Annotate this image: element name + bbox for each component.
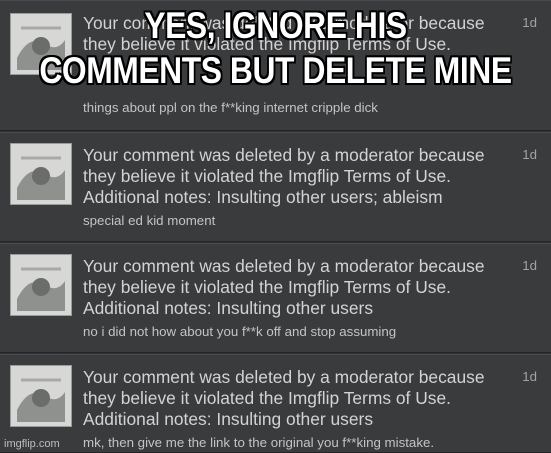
meme-caption-line-1: YES, IGNORE HIS: [144, 5, 407, 46]
meme-thumbnail-icon[interactable]: [10, 365, 72, 427]
deleted-comment-text: mk, then give me the link to the origina…: [83, 435, 435, 450]
notification-time: 1d: [522, 369, 537, 384]
notification-item[interactable]: Your comment was deleted by a moderator …: [0, 243, 551, 353]
notification-time: 1d: [522, 15, 537, 30]
watermark: imgflip.com: [4, 438, 60, 450]
notification-message: Your comment was deleted by a moderator …: [83, 145, 485, 207]
meme-thumbnail-icon[interactable]: [10, 143, 72, 205]
notification-time: 1d: [522, 258, 537, 273]
notification-message: Your comment was deleted by a moderator …: [83, 367, 485, 429]
meme-thumbnail-icon[interactable]: [10, 254, 72, 316]
deleted-comment-text: special ed kid moment: [83, 213, 216, 228]
meme-caption-line-2: COMMENTS BUT DELETE MINE: [39, 50, 512, 91]
notification-item[interactable]: Your comment was deleted by a moderator …: [0, 132, 551, 242]
meme-caption: YES, IGNORE HIS COMMENTS BUT DELETE MINE: [39, 3, 513, 93]
deleted-comment-text: things about ppl on the f**king internet…: [83, 100, 378, 115]
notification-item[interactable]: Your comment was deleted by a moderator …: [0, 354, 551, 453]
notification-message: Your comment was deleted by a moderator …: [83, 256, 485, 318]
notification-time: 1d: [522, 147, 537, 162]
deleted-comment-text: no i did not how about you f**k off and …: [83, 324, 397, 339]
